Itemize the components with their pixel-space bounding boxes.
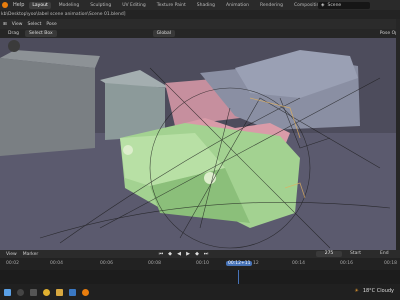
tab-rendering[interactable]: Rendering — [257, 2, 286, 9]
ruler-tick: 00:04 — [50, 261, 63, 266]
ruler-tick: 00:18 — [384, 261, 397, 266]
system-tray: ☀ 18°C Cloudy — [354, 288, 394, 294]
file-path-bar: kb\Desktop\yoo\label scene animation\Sce… — [0, 10, 400, 19]
app-icon[interactable] — [69, 288, 76, 296]
ruler-tick: 12 — [253, 261, 259, 266]
menu-select[interactable]: Select — [27, 22, 41, 27]
timeline-menu-view[interactable]: View — [6, 252, 17, 257]
play-reverse-icon[interactable]: ◀ — [176, 251, 182, 257]
scene-render — [0, 38, 396, 250]
scene-name: Scene — [327, 2, 342, 8]
task-view-icon[interactable] — [30, 288, 37, 296]
tab-shading[interactable]: Shading — [194, 2, 218, 9]
timeline-ruler[interactable]: 00:02 00:04 00:06 00:08 00:10 00:12+11 1… — [0, 258, 400, 270]
os-taskbar — [0, 284, 400, 300]
tab-modeling[interactable]: Modeling — [56, 2, 82, 9]
ruler-tick: 00:10 — [196, 261, 209, 266]
tab-animation[interactable]: Animation — [223, 2, 252, 9]
end-frame-label[interactable]: End — [380, 251, 389, 256]
ruler-tick: 00:06 — [100, 261, 113, 266]
timeline-menu-marker[interactable]: Marker — [23, 252, 39, 257]
tool-settings-bar: Drag Select Box Global Pose Op — [0, 29, 400, 38]
editor-type-icon[interactable]: ⊞ — [3, 22, 7, 27]
tab-uv-editing[interactable]: UV Editing — [119, 2, 148, 9]
tab-texture-paint[interactable]: Texture Paint — [154, 2, 189, 9]
navigation-gizmo-icon[interactable] — [8, 40, 20, 52]
playhead-current-time[interactable]: 00:12+11 — [226, 261, 253, 266]
tab-sculpting[interactable]: Sculpting — [87, 2, 114, 9]
playback-controls: ⏮ ◆ ◀ ▶ ◆ ⏭ — [158, 251, 209, 257]
start-frame-label[interactable]: Start — [350, 251, 361, 256]
jump-start-icon[interactable]: ⏮ — [158, 251, 164, 257]
next-keyframe-icon[interactable]: ◆ — [194, 251, 200, 257]
scene-selector[interactable]: ◈ Scene — [318, 1, 370, 9]
blender-taskbar-icon[interactable] — [82, 288, 89, 296]
menu-view[interactable]: View — [12, 22, 23, 27]
tab-layout[interactable]: Layout — [29, 1, 51, 9]
ruler-tick: 00:02 — [6, 261, 19, 266]
drag-label: Drag — [8, 31, 19, 36]
viewport-header: ⊞ View Select Pose — [0, 19, 400, 29]
weather-icon: ☀ — [354, 288, 359, 294]
ruler-tick: 00:16 — [340, 261, 353, 266]
play-icon[interactable]: ▶ — [185, 251, 191, 257]
ruler-tick: 00:14 — [292, 261, 305, 266]
ruler-tick: 00:08 — [148, 261, 161, 266]
3d-viewport[interactable] — [0, 38, 396, 250]
transform-orientation-dropdown[interactable]: Global — [152, 30, 175, 37]
select-box-dropdown[interactable]: Select Box — [24, 30, 57, 37]
prev-keyframe-icon[interactable]: ◆ — [167, 251, 173, 257]
search-icon[interactable] — [17, 288, 24, 296]
jump-end-icon[interactable]: ⏭ — [203, 251, 209, 257]
chrome-icon[interactable] — [43, 288, 50, 296]
playhead-line — [238, 270, 239, 284]
current-frame-field[interactable]: 275 — [316, 251, 342, 257]
start-menu-icon[interactable] — [4, 288, 11, 296]
folder-icon[interactable] — [56, 288, 63, 296]
timeline-track-area[interactable] — [0, 270, 400, 284]
properties-strip — [396, 19, 400, 250]
menu-help[interactable]: Help — [13, 2, 24, 8]
file-path: kb\Desktop\yoo\label scene animation\Sce… — [1, 12, 126, 17]
menu-pose[interactable]: Pose — [46, 22, 56, 27]
weather-text[interactable]: 18°C Cloudy — [363, 288, 394, 294]
scene-icon: ◈ — [321, 2, 325, 8]
blender-logo-icon[interactable] — [2, 2, 8, 8]
